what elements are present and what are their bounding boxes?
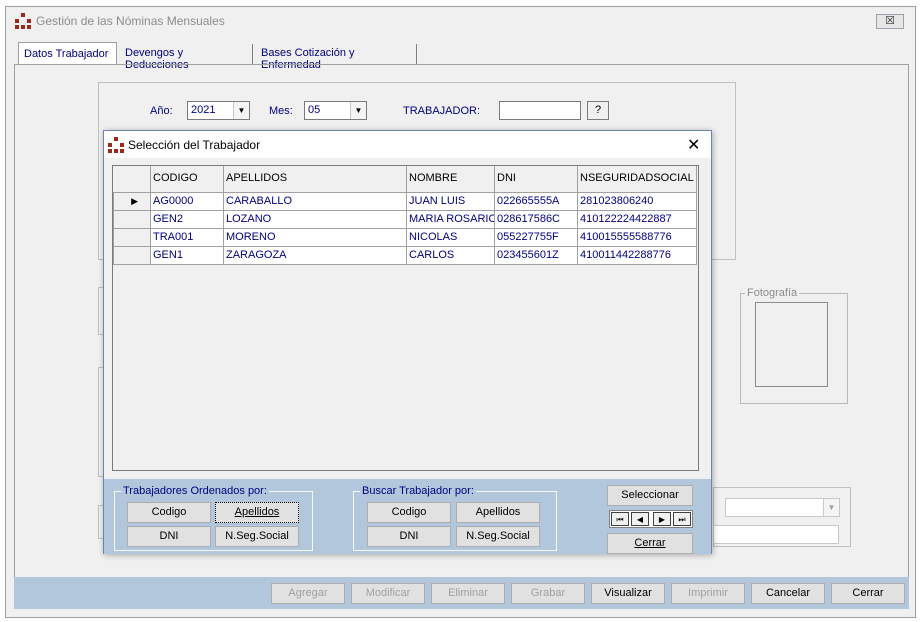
order-dni-button[interactable]: DNI: [127, 526, 211, 547]
agregar-button[interactable]: Agregar: [271, 583, 345, 604]
tab-bases-cotizacion[interactable]: Bases Cotización y Enfermedad: [256, 44, 417, 71]
tab-devengos-deducciones[interactable]: Devengos y Deducciones: [120, 44, 253, 71]
cell-codigo[interactable]: GEN1: [150, 245, 224, 265]
search-group-legend: Buscar Trabajador por:: [360, 485, 476, 497]
order-group-legend: Trabajadores Ordenados por:: [121, 485, 269, 497]
dialog-bottom-panel: Trabajadores Ordenados por: Codigo Apell…: [104, 479, 711, 554]
cell-apellidos[interactable]: CARABALLO: [223, 191, 407, 211]
cell-apellidos[interactable]: ZARAGOZA: [223, 245, 407, 265]
prev-record-icon[interactable]: ◀: [631, 512, 649, 526]
bottom-toolbar: Agregar Modificar Eliminar Grabar Visual…: [14, 577, 909, 609]
chevron-down-icon[interactable]: ▼: [233, 102, 249, 119]
row-indicator: [113, 245, 151, 265]
search-nss-button[interactable]: N.Seg.Social: [456, 526, 540, 547]
cell-dni[interactable]: 028617586C: [494, 209, 578, 229]
table-row[interactable]: ▶ AG0000 CARABALLO JUAN LUIS 022665555A …: [113, 191, 697, 211]
dialog-cerrar-button[interactable]: Cerrar: [607, 533, 693, 554]
window-titlebar: Gestión de las Nóminas Mensuales ☒: [6, 7, 915, 35]
chevron-down-icon[interactable]: ▼: [823, 499, 839, 516]
cancelar-button[interactable]: Cancelar: [751, 583, 825, 604]
table-row[interactable]: GEN2 LOZANO MARIA ROSARIO 028617586C 410…: [113, 209, 697, 229]
window-title: Gestión de las Nóminas Mensuales: [36, 14, 225, 28]
column-header-nseguridadsocial[interactable]: NSEGURIDADSOCIAL: [577, 166, 697, 193]
table-row[interactable]: GEN1 ZARAGOZA CARLOS 023455601Z 41001144…: [113, 245, 697, 265]
imprimir-button[interactable]: Imprimir: [671, 583, 745, 604]
worker-selection-dialog: Selección del Trabajador ✕ CODIGO APELLI…: [103, 130, 712, 554]
last-record-icon[interactable]: ⏭: [673, 512, 691, 526]
cerrar-button[interactable]: Cerrar: [831, 583, 905, 604]
modificar-button[interactable]: Modificar: [351, 583, 425, 604]
search-apellidos-button[interactable]: Apellidos: [456, 502, 540, 523]
month-label: Mes:: [269, 105, 293, 117]
cell-nss[interactable]: 281023806240: [577, 191, 697, 211]
dialog-app-icon: [108, 137, 124, 153]
seleccionar-button[interactable]: Seleccionar: [607, 485, 693, 506]
table-row[interactable]: TRA001 MORENO NICOLAS 055227755F 4100155…: [113, 227, 697, 247]
dialog-title: Selección del Trabajador: [128, 138, 261, 152]
column-header-codigo[interactable]: CODIGO: [150, 166, 224, 193]
order-codigo-button[interactable]: Codigo: [127, 502, 211, 523]
search-dni-button[interactable]: DNI: [367, 526, 451, 547]
month-select[interactable]: 05 ▼: [304, 101, 367, 120]
cell-codigo[interactable]: AG0000: [150, 191, 224, 211]
visualizar-button[interactable]: Visualizar: [591, 583, 665, 604]
row-indicator: [113, 227, 151, 247]
photo-label: Fotografía: [747, 287, 798, 299]
row-indicator: [113, 209, 151, 229]
window-close-button[interactable]: ☒: [876, 14, 904, 29]
eliminar-button[interactable]: Eliminar: [431, 583, 505, 604]
cell-nombre[interactable]: MARIA ROSARIO: [406, 209, 495, 229]
cell-dni[interactable]: 055227755F: [494, 227, 578, 247]
column-header-dni[interactable]: DNI: [494, 166, 578, 193]
order-apellidos-button[interactable]: Apellidos: [215, 502, 299, 523]
cell-dni[interactable]: 022665555A: [494, 191, 578, 211]
dialog-titlebar: Selección del Trabajador ✕: [104, 131, 711, 158]
workers-table: CODIGO APELLIDOS NOMBRE DNI NSEGURIDADSO…: [113, 166, 697, 265]
row-indicator: ▶: [113, 191, 151, 211]
cell-nombre[interactable]: JUAN LUIS: [406, 191, 495, 211]
right-lower-input[interactable]: [713, 525, 839, 544]
dialog-close-icon[interactable]: ✕: [687, 135, 700, 155]
cell-dni[interactable]: 023455601Z: [494, 245, 578, 265]
cell-apellidos[interactable]: MORENO: [223, 227, 407, 247]
year-label: Año:: [150, 105, 173, 117]
cell-codigo[interactable]: GEN2: [150, 209, 224, 229]
cell-apellidos[interactable]: LOZANO: [223, 209, 407, 229]
chevron-down-icon[interactable]: ▼: [350, 102, 366, 119]
cell-codigo[interactable]: TRA001: [150, 227, 224, 247]
search-codigo-button[interactable]: Codigo: [367, 502, 451, 523]
photo-box: [755, 302, 828, 387]
cell-nombre[interactable]: CARLOS: [406, 245, 495, 265]
column-header-nombre[interactable]: NOMBRE: [406, 166, 495, 193]
worker-label: TRABAJADOR:: [403, 105, 481, 117]
tab-datos-trabajador[interactable]: Datos Trabajador: [18, 42, 117, 65]
first-record-icon[interactable]: ⏮: [611, 512, 629, 526]
right-lower-select[interactable]: ▼: [725, 498, 840, 517]
cell-nss[interactable]: 410015555588776: [577, 227, 697, 247]
cell-nombre[interactable]: NICOLAS: [406, 227, 495, 247]
year-select[interactable]: 2021 ▼: [187, 101, 250, 120]
cell-nss[interactable]: 410122224422887: [577, 209, 697, 229]
workers-grid[interactable]: CODIGO APELLIDOS NOMBRE DNI NSEGURIDADSO…: [112, 165, 699, 471]
grabar-button[interactable]: Grabar: [511, 583, 585, 604]
cell-nss[interactable]: 410011442288776: [577, 245, 697, 265]
worker-lookup-button[interactable]: ?: [587, 101, 609, 120]
indicator-header: [113, 166, 151, 193]
column-header-apellidos[interactable]: APELLIDOS: [223, 166, 407, 193]
record-navigator: ⏮ ◀ ▶ ⏭: [609, 510, 693, 528]
next-record-icon[interactable]: ▶: [653, 512, 671, 526]
worker-input[interactable]: [499, 101, 581, 120]
app-icon: [15, 13, 31, 29]
order-nss-button[interactable]: N.Seg.Social: [215, 526, 299, 547]
table-header-row: CODIGO APELLIDOS NOMBRE DNI NSEGURIDADSO…: [113, 166, 697, 193]
